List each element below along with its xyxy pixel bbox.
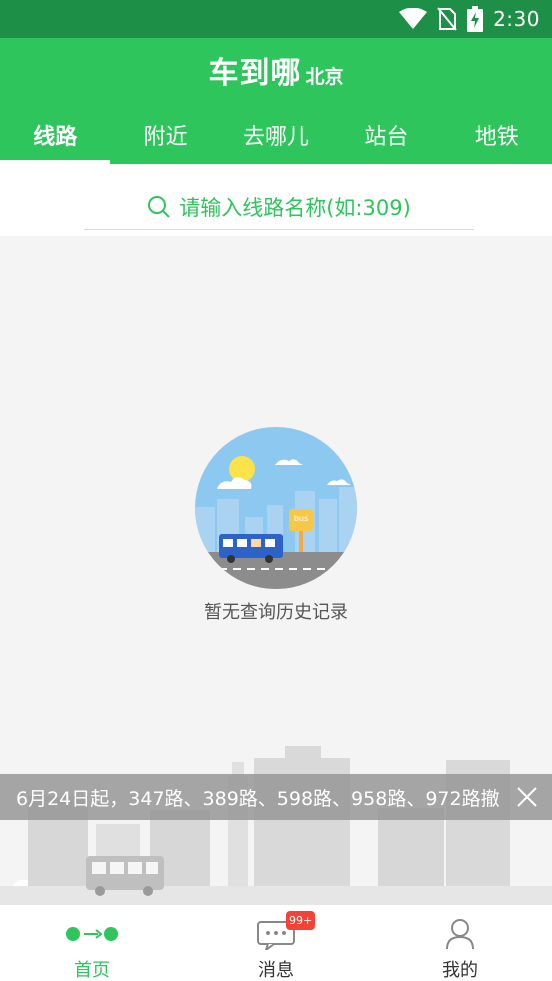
tab-nearby[interactable]: 附近 (110, 114, 220, 164)
nav-home-label: 首页 (74, 960, 110, 981)
nav-messages[interactable]: 消息 (184, 905, 368, 981)
tab-destination[interactable]: 去哪儿 (221, 114, 331, 164)
search-placeholder: 请输入线路名称(如:309) (179, 196, 411, 220)
cityscape-illustration (0, 746, 552, 904)
empty-history-message: 暂无查询历史记录 (204, 602, 348, 623)
wifi-icon (399, 8, 428, 29)
tab-bar: 线路 附近 去哪儿 站台 地铁 (0, 114, 552, 164)
app-header: 车到哪 北京 线路 附近 去哪儿 站台 地铁 (0, 38, 552, 164)
clock-time: 2:30 (493, 7, 540, 31)
nav-home[interactable]: 首页 (0, 905, 184, 981)
tab-lines[interactable]: 线路 (0, 114, 111, 164)
search-input[interactable]: 请输入线路名称(如:309) (84, 186, 474, 230)
title-row: 车到哪 北京 (0, 48, 552, 92)
svg-text:bus: bus (294, 514, 308, 523)
bottom-navigation: 首页 消息 我的 (0, 904, 552, 981)
status-icons: 2:30 (399, 6, 540, 32)
app-title: 车到哪 (208, 56, 302, 91)
user-icon (432, 917, 488, 951)
route-notice-bar[interactable]: 6月24日起，347路、389路、598路、958路、972路撤 (0, 774, 552, 820)
status-bar: 2:30 (0, 0, 552, 38)
route-notice-text: 6月24日起，347路、389路、598路、958路、972路撤 (16, 788, 500, 810)
empty-history-illustration: bus (195, 427, 357, 589)
battery-charging-icon (467, 6, 484, 32)
nav-profile[interactable]: 我的 (368, 905, 552, 981)
message-count-badge: 99+ (286, 911, 316, 930)
close-icon[interactable] (514, 784, 540, 810)
nav-profile-label: 我的 (442, 960, 478, 981)
nav-messages-label: 消息 (258, 960, 294, 981)
search-section: 请输入线路名称(如:309) (0, 164, 552, 236)
tab-subway[interactable]: 地铁 (442, 114, 552, 164)
tab-stations[interactable]: 站台 (331, 114, 441, 164)
route-icon (64, 917, 120, 951)
city-selector[interactable]: 北京 (305, 66, 343, 88)
search-icon (148, 196, 170, 218)
no-sim-icon (437, 7, 457, 31)
